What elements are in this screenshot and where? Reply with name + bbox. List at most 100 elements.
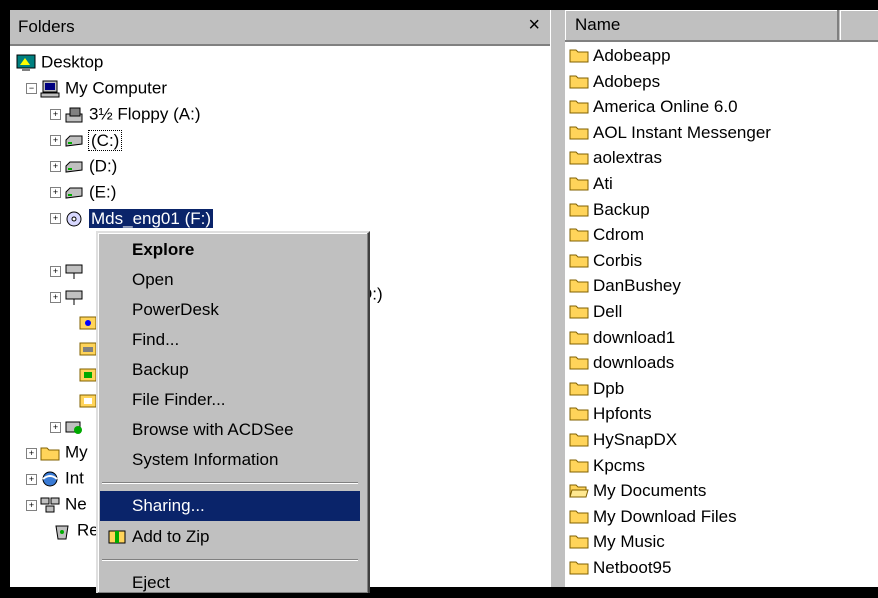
expand-toggle[interactable]: + xyxy=(50,292,61,303)
folder-icon xyxy=(569,100,589,114)
menu-item-label: PowerDesk xyxy=(132,300,219,319)
list-item[interactable]: Backup xyxy=(569,196,650,221)
context-menu: Explore Open PowerDesk Find... Backup File Fi… xyxy=(96,231,370,593)
list-item[interactable]: Hpfonts xyxy=(569,400,652,425)
list-item[interactable]: Corbis xyxy=(569,247,642,272)
menu-item-explore[interactable]: Explore xyxy=(100,235,360,265)
list-item[interactable]: America Online 6.0 xyxy=(569,93,738,118)
network-drive-icon xyxy=(65,290,83,305)
expand-toggle[interactable]: + xyxy=(26,500,37,511)
tree-item-floppy[interactable]: 3½ Floppy (A:) xyxy=(64,102,201,126)
file-name: HySnapDX xyxy=(593,430,678,450)
file-name: AOL Instant Messenger xyxy=(593,122,771,142)
tree-item-drive-c[interactable]: (C:) xyxy=(64,128,123,152)
folder-icon xyxy=(569,382,589,396)
expand-toggle[interactable]: + xyxy=(50,187,61,198)
menu-item-system-information[interactable]: System Information xyxy=(100,445,360,475)
menu-item-add-to-zip[interactable]: Add to Zip xyxy=(100,522,360,552)
list-item[interactable]: aolextras xyxy=(569,144,662,169)
expand-toggle[interactable]: + xyxy=(50,213,61,224)
list-item[interactable]: Adobeapp xyxy=(569,42,671,67)
list-item[interactable]: download1 xyxy=(569,324,675,349)
file-name: Netboot95 xyxy=(593,558,672,578)
menu-item-label: Find... xyxy=(132,330,180,349)
pane-splitter[interactable] xyxy=(550,10,566,587)
menu-item-label: Explore xyxy=(132,240,195,259)
file-name: Corbis xyxy=(593,250,643,270)
file-name: Hpfonts xyxy=(593,404,652,424)
menu-item-label: File Finder... xyxy=(132,390,226,409)
list-item[interactable]: Kpcms xyxy=(569,452,645,477)
tree-item-cd-f[interactable]: Mds_eng01 (F:) xyxy=(64,206,213,230)
expand-toggle[interactable]: + xyxy=(50,161,61,172)
menu-item-file-finder[interactable]: File Finder... xyxy=(100,385,360,415)
folder-icon xyxy=(569,203,589,217)
file-name: Dpb xyxy=(593,378,625,398)
drive-icon xyxy=(65,135,83,147)
file-name: My Documents xyxy=(593,481,707,501)
tree-item-recycle-bin[interactable]: Re xyxy=(52,518,99,542)
file-name: America Online 6.0 xyxy=(593,97,738,117)
menu-item-open[interactable]: Open xyxy=(100,265,360,295)
file-name: downloads xyxy=(593,353,675,373)
menu-separator xyxy=(102,482,358,484)
menu-item-find[interactable]: Find... xyxy=(100,325,360,355)
list-item[interactable]: My Music xyxy=(569,528,665,553)
network-icon xyxy=(40,497,60,513)
cd-icon xyxy=(66,211,82,227)
list-item[interactable]: Cdrom xyxy=(569,221,644,246)
file-name: aolextras xyxy=(593,148,662,168)
list-item[interactable]: My Documents xyxy=(569,477,706,502)
tree-item-network-drive[interactable] xyxy=(64,258,89,282)
file-name: DanBushey xyxy=(593,276,681,296)
list-item[interactable]: downloads xyxy=(569,349,674,374)
file-name: download1 xyxy=(593,327,676,347)
list-item[interactable]: Adobeps xyxy=(569,68,660,93)
expand-toggle[interactable]: + xyxy=(50,109,61,120)
list-item[interactable]: Netboot95 xyxy=(569,554,671,579)
list-item[interactable]: Ati xyxy=(569,170,613,195)
folders-pane-header: Folders × xyxy=(10,10,550,46)
tree-item-web-folders[interactable] xyxy=(64,414,89,438)
close-icon[interactable]: × xyxy=(528,14,540,37)
expand-toggle[interactable]: + xyxy=(26,448,37,459)
tree-item-network[interactable]: Ne xyxy=(40,492,87,516)
tree-item-my-documents[interactable]: My xyxy=(40,440,88,464)
list-item[interactable]: DanBushey xyxy=(569,272,681,297)
menu-item-backup[interactable]: Backup xyxy=(100,355,360,385)
list-item[interactable]: HySnapDX xyxy=(569,426,677,451)
folder-icon xyxy=(569,484,589,498)
column-header-name[interactable]: Name xyxy=(565,10,839,40)
tasks-icon xyxy=(79,394,97,408)
folder-icon xyxy=(569,433,589,447)
collapse-toggle[interactable]: − xyxy=(26,83,37,94)
expand-toggle[interactable]: + xyxy=(26,474,37,485)
list-item[interactable]: My Download Files xyxy=(569,503,737,528)
menu-item-label: Browse with ACDSee xyxy=(132,420,294,439)
menu-item-browse-with-acdsee[interactable]: Browse with ACDSee xyxy=(100,415,360,445)
column-header-size[interactable] xyxy=(840,10,878,40)
file-name: Cdrom xyxy=(593,225,645,245)
menu-item-sharing[interactable]: Sharing... xyxy=(100,491,360,521)
tree-item-my-computer[interactable]: My Computer xyxy=(40,76,167,100)
tree-item-drive-e[interactable]: (E:) xyxy=(64,180,116,204)
list-item[interactable]: AOL Instant Messenger xyxy=(569,119,771,144)
expand-toggle[interactable]: + xyxy=(50,422,61,433)
menu-item-eject[interactable]: Eject xyxy=(100,568,360,598)
tree-item-network-drive-2[interactable] xyxy=(64,284,89,308)
internet-icon xyxy=(42,471,58,487)
tree-item-desktop[interactable]: Desktop xyxy=(16,50,103,74)
expand-toggle[interactable]: + xyxy=(50,135,61,146)
file-name: Adobeps xyxy=(593,71,661,91)
expand-toggle[interactable]: + xyxy=(50,266,61,277)
menu-item-label: System Information xyxy=(132,450,279,469)
menu-item-powerdesk[interactable]: PowerDesk xyxy=(100,295,360,325)
folder-icon xyxy=(569,331,589,345)
list-item[interactable]: Dpb xyxy=(569,375,624,400)
tree-item-internet[interactable]: Int xyxy=(40,466,84,490)
list-item[interactable]: Dell xyxy=(569,298,622,323)
tree-item-drive-d[interactable]: (D:) xyxy=(64,154,117,178)
folder-icon xyxy=(569,305,589,319)
folder-icon xyxy=(569,561,589,575)
file-name: My Download Files xyxy=(593,506,737,526)
